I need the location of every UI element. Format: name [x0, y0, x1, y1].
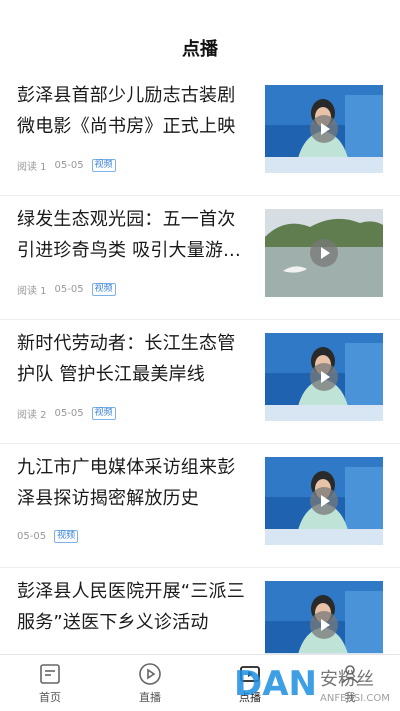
play-icon[interactable]	[310, 363, 338, 391]
item-date: 05-05	[54, 284, 84, 295]
play-icon[interactable]	[310, 487, 338, 515]
video-list: 彭泽县首部少儿励志古装剧微电影《尚书房》正式上映 阅读 1 05-05 视频 绿…	[0, 72, 400, 692]
list-item[interactable]: 新时代劳动者：长江生态管护队 管护长江最美岸线 阅读 2 05-05 视频	[0, 320, 400, 444]
item-title[interactable]: 绿发生态观光园：五一首次引进珍奇鸟类 吸引大量游...	[17, 204, 252, 266]
tab-label: 首页	[39, 690, 61, 704]
tab-home[interactable]: 首页	[0, 655, 100, 711]
play-icon[interactable]	[310, 115, 338, 143]
list-item[interactable]: 绿发生态观光园：五一首次引进珍奇鸟类 吸引大量游... 阅读 1 05-05 视…	[0, 196, 400, 320]
video-thumbnail[interactable]	[265, 333, 383, 421]
play-circle-icon	[139, 662, 161, 685]
news-icon	[40, 663, 60, 684]
svg-text:DAN: DAN	[234, 664, 317, 704]
item-date: 05-05	[54, 160, 84, 171]
video-thumbnail[interactable]	[265, 457, 383, 545]
play-icon[interactable]	[310, 239, 338, 267]
video-thumbnail[interactable]	[265, 85, 383, 173]
item-title[interactable]: 新时代劳动者：长江生态管护队 管护长江最美岸线	[17, 328, 252, 390]
play-icon[interactable]	[310, 611, 338, 639]
read-count: 阅读 1	[17, 286, 47, 297]
video-thumbnail[interactable]	[265, 209, 383, 297]
read-count: 阅读 1	[17, 162, 47, 173]
item-date: 05-05	[17, 531, 47, 542]
svg-text:ANFENSI.COM: ANFENSI.COM	[320, 693, 390, 704]
list-item[interactable]: 彭泽县首部少儿励志古装剧微电影《尚书房》正式上映 阅读 1 05-05 视频	[0, 72, 400, 196]
item-meta: 05-05 视频	[17, 530, 86, 543]
list-item[interactable]: 九江市广电媒体采访组来彭泽县探访揭密解放历史 05-05 视频	[0, 444, 400, 568]
item-title[interactable]: 彭泽县人民医院开展“三派三服务”送医下乡义诊活动	[17, 576, 252, 638]
item-title[interactable]: 九江市广电媒体采访组来彭泽县探访揭密解放历史	[17, 452, 252, 514]
tab-live[interactable]: 直播	[100, 655, 200, 711]
video-badge: 视频	[54, 530, 79, 543]
item-meta: 阅读 2 05-05 视频	[17, 406, 124, 421]
video-badge: 视频	[91, 159, 116, 172]
tab-label: 直播	[139, 690, 161, 704]
item-meta: 阅读 1 05-05 视频	[17, 158, 124, 173]
video-badge: 视频	[91, 283, 116, 296]
item-date: 05-05	[54, 408, 84, 419]
svg-text:安粉丝: 安粉丝	[320, 669, 374, 690]
page-title: 点播	[182, 39, 218, 60]
video-badge: 视频	[91, 407, 116, 420]
watermark-logo: DAN 安粉丝 ANFENSI.COM	[234, 664, 390, 704]
item-title[interactable]: 彭泽县首部少儿励志古装剧微电影《尚书房》正式上映	[17, 80, 252, 142]
item-meta: 阅读 1 05-05 视频	[17, 282, 124, 297]
read-count: 阅读 2	[17, 410, 47, 421]
